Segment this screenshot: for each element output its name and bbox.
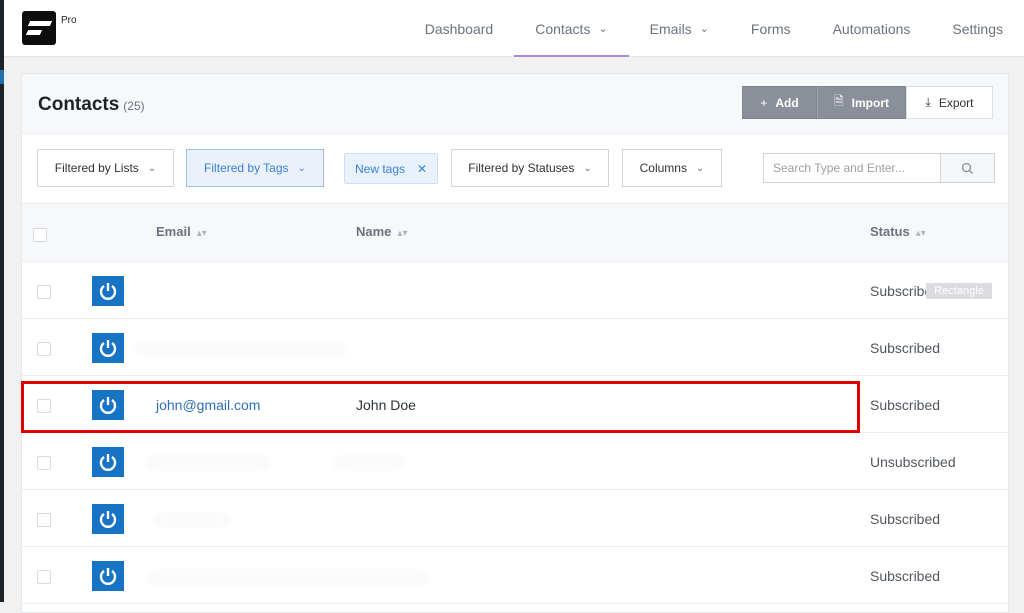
nav-dashboard[interactable]: Dashboard — [404, 0, 515, 57]
avatar[interactable] — [92, 504, 124, 534]
close-icon[interactable]: ✕ — [417, 162, 427, 176]
plus-icon: + — [760, 95, 768, 110]
fluentcrm-logo[interactable] — [22, 11, 56, 45]
contacts-count: (25) — [123, 99, 145, 113]
power-icon — [99, 511, 117, 528]
table-row-highlighted[interactable]: john@gmail.com John Doe Subscribed — [22, 376, 1008, 433]
file-import-icon: 🗎 — [834, 94, 844, 108]
search-input[interactable] — [764, 154, 940, 182]
main-nav: Dashboard Contacts ⌄ Emails ⌄ Forms Automa… — [404, 0, 1024, 57]
contact-status: Subscribed — [870, 397, 941, 413]
pro-badge: Pro — [61, 15, 77, 26]
table-header: Email ▴▾ Name ▴▾ Status ▴▾ — [22, 204, 1008, 262]
rectangle-overlay: Rectangle — [926, 283, 992, 299]
export-button[interactable]: ⤓ Export — [906, 86, 993, 119]
row-checkbox[interactable] — [37, 399, 51, 413]
left-edge-bar — [0, 0, 4, 602]
left-edge-accent — [0, 70, 4, 84]
contacts-header: Contacts (25) + Add 🗎 Import ⤓ Export — [22, 74, 1008, 134]
power-icon — [99, 568, 117, 585]
page-title: Contacts (25) — [38, 94, 145, 115]
nav-automations[interactable]: Automations — [812, 0, 932, 57]
redacted-email — [148, 571, 428, 583]
chevron-down-icon: ⌄ — [598, 23, 608, 35]
filter-bar: Filtered by Lists ⌄ Filtered by Tags ⌄ New… — [22, 134, 1008, 204]
chevron-down-icon: ⌄ — [699, 23, 709, 35]
avatar[interactable] — [92, 561, 124, 591]
top-navigation-bar: Pro Dashboard Contacts ⌄ Emails ⌄ Forms Au… — [4, 0, 1024, 57]
nav-contacts[interactable]: Contacts ⌄ — [514, 0, 630, 57]
contact-status: Unsubscribed — [870, 454, 956, 470]
search-icon — [961, 162, 973, 174]
redacted-email — [154, 514, 230, 526]
column-header-email[interactable]: Email ▴▾ — [156, 224, 207, 239]
header-actions: + Add 🗎 Import ⤓ Export — [742, 86, 993, 119]
avatar[interactable] — [92, 390, 124, 420]
row-checkbox[interactable] — [37, 513, 51, 527]
nav-forms[interactable]: Forms — [730, 0, 812, 57]
chevron-down-icon: ⌄ — [695, 162, 705, 174]
power-icon — [99, 397, 117, 414]
power-icon — [99, 340, 117, 357]
avatar[interactable] — [92, 276, 124, 306]
select-all-checkbox[interactable] — [33, 228, 47, 242]
chevron-down-icon: ⌄ — [583, 162, 592, 174]
chevron-down-icon: ⌄ — [297, 162, 306, 174]
row-checkbox[interactable] — [37, 570, 51, 584]
sort-icon: ▴▾ — [397, 228, 408, 239]
table-row[interactable]: Subscribed — [22, 319, 1008, 376]
row-checkbox[interactable] — [37, 342, 51, 356]
contact-name: John Doe — [356, 397, 416, 413]
table-row[interactable]: Unsubscribed — [22, 433, 1008, 490]
tag-chip-new-tags: New tags ✕ — [344, 153, 438, 184]
contacts-panel: Contacts (25) + Add 🗎 Import ⤓ Export Filter… — [21, 73, 1009, 613]
contact-status: Subscribed — [870, 568, 941, 584]
columns-dropdown[interactable]: Columns ⌄ — [622, 149, 722, 187]
filter-by-statuses-dropdown[interactable]: Filtered by Statuses ⌄ — [451, 149, 609, 187]
nav-emails[interactable]: Emails ⌄ — [629, 0, 730, 57]
redacted-email — [136, 343, 346, 355]
table-row[interactable]: Subscribed Rectangle — [22, 262, 1008, 319]
download-icon: ⤓ — [925, 95, 931, 109]
sort-icon: ▴▾ — [915, 228, 926, 239]
column-header-status[interactable]: Status ▴▾ — [870, 224, 926, 239]
power-icon — [99, 454, 117, 471]
contact-email[interactable]: john@gmail.com — [156, 397, 260, 413]
avatar[interactable] — [92, 333, 124, 363]
search-button[interactable] — [940, 154, 994, 182]
row-checkbox[interactable] — [37, 285, 51, 299]
power-icon — [99, 283, 117, 300]
redacted-name — [334, 457, 404, 469]
avatar[interactable] — [92, 447, 124, 477]
column-header-name[interactable]: Name ▴▾ — [356, 224, 407, 239]
filter-by-tags-dropdown[interactable]: Filtered by Tags ⌄ — [186, 149, 324, 187]
filter-by-lists-dropdown[interactable]: Filtered by Lists ⌄ — [37, 149, 174, 187]
search-box — [763, 153, 995, 183]
contact-status: Subscribed — [870, 340, 941, 356]
sort-icon: ▴▾ — [196, 228, 207, 239]
table-row[interactable]: Subscribed — [22, 490, 1008, 547]
chevron-down-icon: ⌄ — [147, 162, 157, 174]
nav-settings[interactable]: Settings — [931, 0, 1024, 57]
redacted-email — [146, 457, 270, 469]
table-row[interactable]: Subscribed — [22, 547, 1008, 604]
row-checkbox[interactable] — [37, 456, 51, 470]
import-button[interactable]: 🗎 Import — [817, 86, 906, 119]
contact-status: Subscribed — [870, 511, 941, 527]
add-contact-button[interactable]: + Add — [742, 86, 817, 119]
